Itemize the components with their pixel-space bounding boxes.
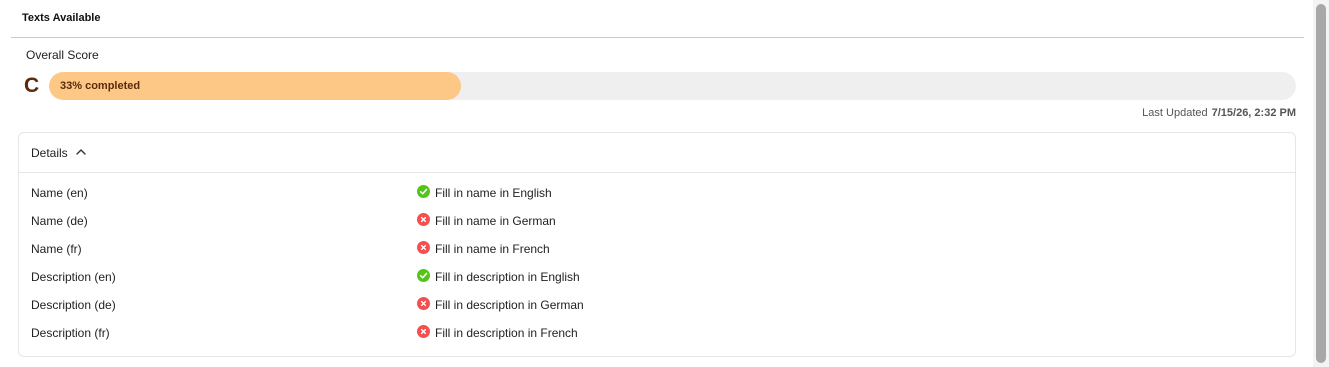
overall-score-label: Overall Score <box>26 48 99 62</box>
details-card: Details Name (en) Fill in name in English… <box>18 132 1296 357</box>
x-circle-icon <box>417 325 430 338</box>
x-circle-icon <box>417 213 430 226</box>
detail-row-message: Fill in description in English <box>435 270 580 284</box>
detail-row: Description (de) Fill in description in G… <box>19 292 1295 320</box>
panel-title: Texts Available <box>22 12 101 24</box>
detail-row-message: Fill in description in French <box>435 326 578 340</box>
detail-row-label: Name (fr) <box>31 242 82 256</box>
score-grade: C <box>24 74 40 97</box>
x-circle-icon <box>417 297 430 310</box>
panel-header: Texts Available <box>11 0 1304 38</box>
scrollbar-thumb[interactable] <box>1316 4 1326 363</box>
detail-row-message: Fill in name in German <box>435 214 556 228</box>
detail-row-message: Fill in name in French <box>435 242 550 256</box>
detail-row-message: Fill in name in English <box>435 186 552 200</box>
detail-row-label: Name (de) <box>31 214 88 228</box>
details-toggle[interactable]: Details <box>19 133 1295 173</box>
check-circle-icon <box>417 185 430 198</box>
detail-row-label: Name (en) <box>31 186 88 200</box>
details-title: Details <box>31 146 68 160</box>
detail-row-label: Description (fr) <box>31 326 110 340</box>
last-updated-label: Last Updated <box>1142 107 1208 119</box>
chevron-up-icon <box>76 149 86 155</box>
x-circle-icon <box>417 241 430 254</box>
progress-bar: 33% completed <box>49 72 1296 100</box>
detail-row-label: Description (en) <box>31 270 116 284</box>
detail-row: Description (en) Fill in description in E… <box>19 264 1295 292</box>
progress-text: 33% completed <box>60 80 141 92</box>
detail-row-label: Description (de) <box>31 298 116 312</box>
detail-row: Name (fr) Fill in name in French <box>19 236 1295 264</box>
last-updated: Last Updated 7/15/26, 2:32 PM <box>1142 107 1296 119</box>
check-circle-icon <box>417 269 430 282</box>
detail-row: Name (de) Fill in name in German <box>19 208 1295 236</box>
detail-row: Name (en) Fill in name in English <box>19 180 1295 208</box>
last-updated-value: 7/15/26, 2:32 PM <box>1211 107 1296 119</box>
texts-available-panel: Texts Available Overall Score C 33% comp… <box>0 0 1329 367</box>
detail-row: Description (fr) Fill in description in F… <box>19 320 1295 348</box>
detail-row-message: Fill in description in German <box>435 298 584 312</box>
